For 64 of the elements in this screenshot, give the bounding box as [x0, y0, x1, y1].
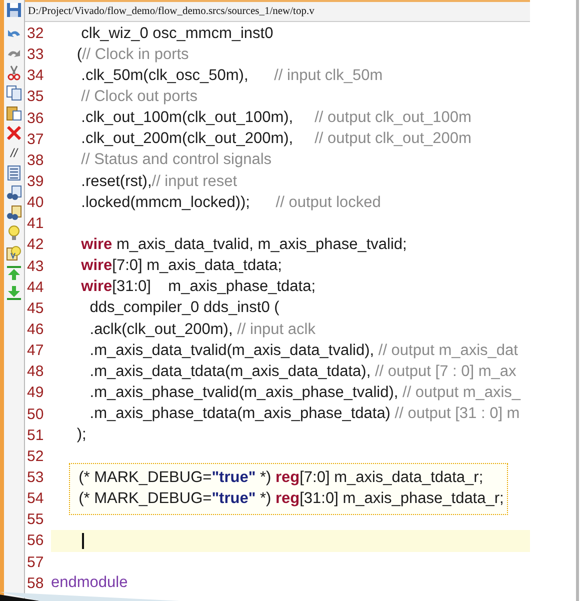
line-number: 58 — [26, 574, 45, 592]
code-line: clk_wiz_0 osc_mmcm_inst0 — [80, 24, 274, 43]
code-line: .m_axis_data_tdata(m_axis_data_tdata), // output [7 : 0] m_ax — [88, 362, 516, 381]
line-number: 33 — [26, 46, 45, 64]
line-number: 46 — [26, 321, 45, 338]
lightbulb-icon[interactable] — [6, 225, 22, 241]
line-number: 55 — [26, 511, 45, 528]
line-number: 51 — [26, 426, 45, 444]
comment-button[interactable]: // — [10, 145, 18, 161]
code-line: .m_axis_phase_tdata(m_axis_phase_tdata) // output [31 : 0] m — [88, 405, 520, 424]
line-number: 45 — [26, 300, 45, 317]
code-line: (// Clock in ports — [76, 46, 189, 64]
line-number: 40 — [26, 194, 45, 212]
code-line: dds_compiler_0 dds_inst0 ( — [88, 299, 280, 318]
code-line: endmodule — [51, 574, 128, 592]
line-number: 57 — [26, 554, 45, 571]
binoculars-icon[interactable] — [6, 185, 22, 201]
code-line: // Clock out ports — [80, 88, 198, 106]
binoculars-icon[interactable] — [6, 205, 22, 221]
indent-icon[interactable] — [6, 165, 22, 181]
line-number: 43 — [26, 258, 45, 275]
line-number: 48 — [26, 363, 45, 380]
copy-icon[interactable] — [6, 85, 22, 101]
code-line: .m_axis_data_tvalid(m_axis_data_tvalid), // output m_axis_dat — [88, 342, 518, 360]
line-number: 49 — [26, 384, 45, 402]
text-cursor — [82, 533, 84, 550]
cut-icon[interactable] — [6, 65, 22, 81]
line-number: 56 — [26, 532, 45, 550]
line-number: 42 — [26, 236, 45, 254]
code-line: // Status and control signals — [80, 151, 272, 170]
lightbulb-page-icon[interactable] — [6, 245, 22, 261]
line-number: 44 — [26, 278, 45, 296]
delete-icon[interactable] — [6, 125, 22, 141]
line-number: 38 — [26, 152, 45, 169]
code-line: wire m_axis_data_tvalid, m_axis_phase_tvalid; — [80, 236, 407, 254]
code-line: .clk_out_100m(clk_out_100m), // output clk_out_100m — [80, 109, 472, 128]
code-line: wire[7:0] m_axis_data_tdata; — [80, 257, 282, 276]
line-number: 41 — [26, 215, 45, 232]
code-line: .aclk(clk_out_200m), // input aclk — [88, 320, 316, 339]
line-number: 54 — [26, 490, 45, 508]
arrow-down-icon[interactable] — [6, 285, 22, 301]
paste-icon[interactable] — [6, 105, 22, 121]
code-line: .clk_out_200m(clk_out_200m), // output clk_out_200m — [80, 130, 472, 148]
line-number: 53 — [26, 469, 45, 486]
line-number: 50 — [26, 406, 45, 423]
code-line: (* MARK_DEBUG="true" *) reg[7:0] m_axis_data_tdata_r; — [78, 468, 484, 487]
code-line: ); — [76, 426, 86, 444]
arrow-up-icon[interactable] — [6, 265, 22, 281]
line-number: 39 — [26, 173, 45, 190]
line-number: 35 — [26, 88, 45, 106]
code-line: .reset(rst),// input reset — [80, 172, 238, 191]
line-number: 52 — [26, 448, 45, 465]
line-number: 47 — [26, 342, 45, 360]
line-number: 37 — [26, 130, 45, 148]
code-line: wire[31:0] m_axis_phase_tdata; — [80, 278, 316, 296]
file-path: D:/Project/Vivado/flow_demo/flow_demo.srcs/sources_1/new/top.v — [28, 6, 314, 17]
code-line: .m_axis_phase_tvalid(m_axis_phase_tvalid), // output m_axis_ — [88, 384, 521, 402]
code-line: .locked(mmcm_locked)); // output locked — [80, 194, 381, 212]
line-number: 36 — [26, 110, 45, 127]
code-line: (* MARK_DEBUG="true" *) reg[31:0] m_axis_phase_tdata_r; — [78, 490, 504, 508]
line-number: 32 — [26, 25, 45, 42]
code-line: .clk_50m(clk_osc_50m), // input clk_50m — [80, 66, 383, 85]
save-icon[interactable] — [6, 2, 22, 18]
line-number: 34 — [26, 67, 45, 84]
